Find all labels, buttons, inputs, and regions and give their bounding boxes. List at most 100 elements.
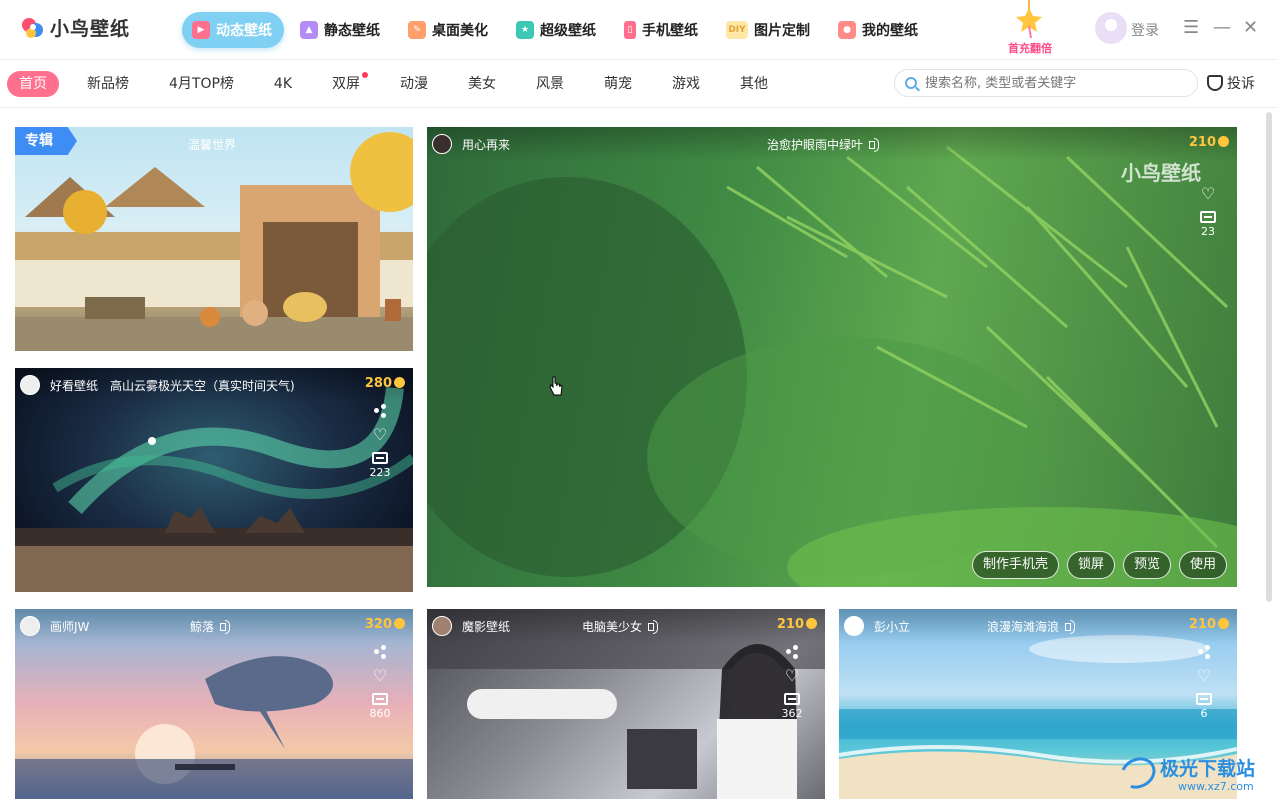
share-icon[interactable] — [1197, 645, 1211, 659]
heart-icon[interactable]: ♡ — [784, 668, 800, 684]
comment-icon[interactable] — [372, 693, 388, 705]
close-icon[interactable]: ✕ — [1243, 16, 1258, 40]
nav-phone-wallpaper[interactable]: ▯ 手机壁纸 — [614, 12, 710, 48]
site-watermark: 极光下载站 www.xz7.com — [1115, 750, 1270, 798]
card-price: 210 — [777, 617, 817, 632]
category-beauty[interactable]: 美女 — [456, 71, 508, 97]
category-scenery[interactable]: 风景 — [524, 71, 576, 97]
album-card[interactable]: 专辑 温馨世界 — [15, 127, 413, 351]
brush-icon: ✎ — [408, 21, 426, 39]
app-logo[interactable]: 小鸟壁纸 — [20, 14, 130, 41]
card-actions: ♡ 6 — [1193, 645, 1215, 720]
card-author[interactable]: 用心再来 — [462, 136, 510, 153]
author-avatar[interactable] — [432, 616, 452, 636]
wallpaper-card-aurora[interactable]: 好看壁纸 高山云雾极光天空（真实时间天气) 280 ♡ 223 — [15, 368, 413, 592]
minimize-icon[interactable]: — — [1213, 16, 1231, 40]
share-icon[interactable] — [373, 645, 387, 659]
card-title: 浪漫海滩海浪 — [987, 618, 1079, 635]
comment-icon[interactable] — [1200, 211, 1216, 223]
category-top[interactable]: 4月TOP榜 — [157, 71, 246, 97]
heart-icon[interactable]: ♡ — [372, 668, 388, 684]
vertical-scrollbar[interactable] — [1266, 112, 1272, 602]
category-home[interactable]: 首页 — [7, 71, 59, 97]
author-avatar[interactable] — [20, 616, 40, 636]
coin-icon — [1218, 618, 1229, 629]
author-avatar[interactable] — [432, 134, 452, 154]
author-avatar[interactable] — [844, 616, 864, 636]
recharge-promo[interactable]: 首充翻倍 — [998, 0, 1062, 60]
lock-screen-button[interactable]: 锁屏 — [1066, 551, 1115, 579]
category-new[interactable]: 新品榜 — [75, 71, 141, 97]
green-leaves-image — [427, 145, 1237, 587]
card-title: 治愈护眼雨中绿叶 — [767, 136, 883, 153]
category-dual-screen[interactable]: 双屏 — [320, 71, 372, 97]
category-anime[interactable]: 动漫 — [388, 71, 440, 97]
category-4k[interactable]: 4K — [262, 71, 304, 97]
app-name: 小鸟壁纸 — [50, 18, 131, 40]
featured-wallpaper-card[interactable]: 用心再来 治愈护眼雨中绿叶 210 小鸟壁纸 ♡ 23 制作手机壳 锁屏 预览 … — [427, 127, 1237, 587]
category-tabs: 首页 新品榜 4月TOP榜 4K 双屏 动漫 美女 风景 萌宠 游戏 其他 — [7, 71, 796, 97]
nav-dynamic-wallpaper[interactable]: ▶ 动态壁纸 — [182, 12, 284, 48]
site-watermark-url: www.xz7.com — [1178, 780, 1254, 793]
card-title: 鲸落 — [190, 618, 234, 635]
author-avatar[interactable] — [20, 375, 40, 395]
share-icon[interactable] — [785, 645, 799, 659]
diy-icon: DIY — [726, 21, 748, 39]
use-button[interactable]: 使用 — [1178, 551, 1227, 579]
card-title: 电脑美少女 — [582, 618, 662, 635]
comment-icon[interactable] — [784, 693, 800, 705]
menu-icon[interactable]: ☰ — [1183, 16, 1199, 40]
card-price: 210 — [1189, 135, 1229, 150]
card-author[interactable]: 好看壁纸 — [50, 377, 98, 394]
nav-static-wallpaper[interactable]: ▲ 静态壁纸 — [290, 12, 392, 48]
comment-count: 23 — [1201, 225, 1215, 238]
top-bar: 小鸟壁纸 ▶ 动态壁纸 ▲ 静态壁纸 ✎ 桌面美化 ★ 超级壁纸 ▯ 手机壁纸 … — [0, 0, 1277, 60]
speaker-icon[interactable] — [1065, 620, 1079, 634]
phone-icon: ▯ — [624, 21, 636, 39]
heart-icon[interactable]: ♡ — [1200, 186, 1216, 202]
speaker-icon[interactable] — [220, 620, 234, 634]
coin-icon — [1218, 136, 1229, 147]
category-pets[interactable]: 萌宠 — [592, 71, 644, 97]
search-box[interactable] — [894, 69, 1198, 97]
speaker-icon[interactable] — [648, 620, 662, 634]
nav-my-wallpaper[interactable]: ● 我的壁纸 — [828, 12, 930, 48]
comment-count: 362 — [781, 707, 803, 720]
card-author[interactable]: 画师JW — [50, 618, 89, 635]
nav-super-wallpaper[interactable]: ★ 超级壁纸 — [506, 12, 608, 48]
report-button[interactable]: 投诉 — [1207, 73, 1255, 93]
make-phone-case-button[interactable]: 制作手机壳 — [971, 551, 1059, 579]
share-icon[interactable] — [373, 404, 387, 418]
comment-icon[interactable] — [372, 452, 388, 464]
main-nav: ▶ 动态壁纸 ▲ 静态壁纸 ✎ 桌面美化 ★ 超级壁纸 ▯ 手机壁纸 DIY 图… — [182, 12, 930, 48]
search-icon — [905, 77, 917, 89]
site-logo-icon — [1115, 751, 1161, 795]
new-dot — [362, 72, 369, 78]
user-avatar[interactable] — [1095, 12, 1127, 44]
search-input[interactable] — [923, 74, 1183, 92]
coin-icon — [806, 618, 817, 629]
card-price: 210 — [1189, 617, 1229, 632]
comment-count: 6 — [1200, 707, 1208, 720]
comment-icon[interactable] — [1196, 693, 1212, 705]
nav-desktop-beautify[interactable]: ✎ 桌面美化 — [398, 12, 500, 48]
card-author[interactable]: 彭小立 — [874, 618, 910, 635]
speaker-icon[interactable] — [869, 138, 883, 152]
brand-watermark: 小鸟壁纸 — [1121, 161, 1201, 185]
category-bar: 首页 新品榜 4月TOP榜 4K 双屏 动漫 美女 风景 萌宠 游戏 其他 投诉 — [0, 60, 1277, 108]
login-link[interactable]: 登录 — [1131, 20, 1159, 40]
card-actions: ♡ 860 — [369, 645, 391, 720]
preview-button[interactable]: 预览 — [1122, 551, 1171, 579]
card-actions: ♡ 362 — [781, 645, 803, 720]
card-actions: ♡ 23 — [1197, 186, 1219, 238]
heart-icon[interactable]: ♡ — [372, 427, 388, 443]
category-games[interactable]: 游戏 — [660, 71, 712, 97]
comment-count: 223 — [369, 466, 391, 479]
heart-icon[interactable]: ♡ — [1196, 668, 1212, 684]
category-other[interactable]: 其他 — [728, 71, 780, 97]
card-author[interactable]: 魔影壁纸 — [462, 618, 510, 635]
site-watermark-name: 极光下载站 — [1160, 758, 1256, 780]
wallpaper-card-whale[interactable]: 画师JW 鲸落 320 ♡ 860 — [15, 609, 413, 799]
wallpaper-card-girl[interactable]: 魔影壁纸 电脑美少女 210 ♡ 362 — [427, 609, 825, 799]
nav-image-custom[interactable]: DIY 图片定制 — [716, 12, 822, 48]
